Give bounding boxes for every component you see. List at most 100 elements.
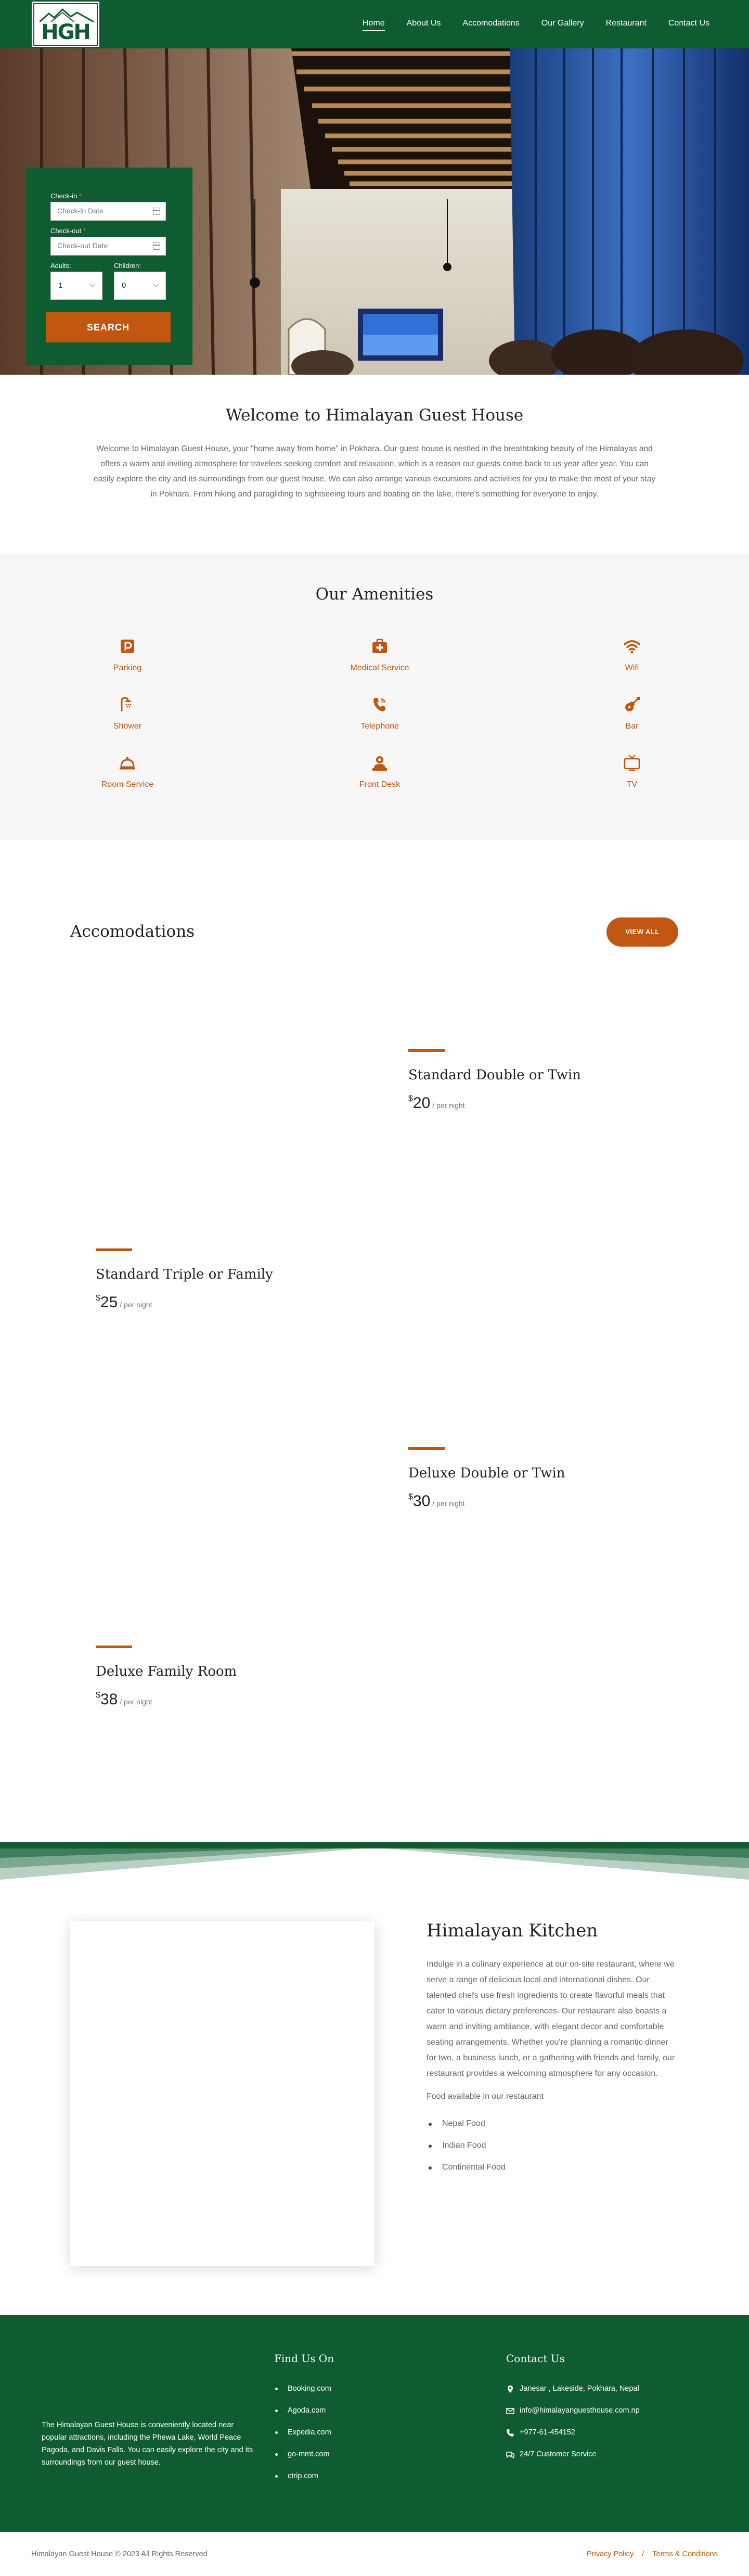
amenity-label: Telephone — [360, 722, 399, 731]
calendar-icon[interactable] — [153, 208, 160, 215]
room-price: $20/ per night — [408, 1094, 465, 1112]
footer-link-expedia[interactable]: Expedia.com — [274, 2428, 334, 2437]
room-name[interactable]: Deluxe Double or Twin — [408, 1465, 668, 1481]
kitchen-description: Indulge in a culinary experience at our … — [427, 1960, 675, 2078]
room-price: $25/ per night — [96, 1294, 152, 1311]
logo[interactable]: HGH — [30, 0, 101, 48]
checkin-date-input[interactable]: Check-in Date — [50, 202, 166, 221]
amenity-label: Wifi — [625, 664, 639, 672]
hero-banner: Check-in * Check-in Date Check-out * Che… — [0, 48, 749, 375]
parking-icon — [121, 640, 134, 653]
wifi-icon — [624, 640, 640, 654]
room-card[interactable]: Deluxe Double or Twin $30/ per night — [408, 1447, 668, 1510]
room-name[interactable]: Deluxe Family Room — [96, 1664, 356, 1679]
adults-select[interactable]: 1 — [50, 272, 102, 300]
kitchen-image — [70, 1921, 374, 2266]
accomodations-title: Accomodations — [70, 922, 195, 941]
amenity-wifi: Wifi — [575, 637, 689, 673]
welcome-text: Welcome to Himalayan Guest House, your "… — [93, 444, 656, 499]
nav-link-our-gallery[interactable]: Our Gallery — [541, 17, 584, 31]
food-item: Continental Food — [427, 2163, 679, 2172]
nav-link-accomodations[interactable]: Accomodations — [462, 17, 519, 31]
checkout-placeholder: Check-out Date — [57, 241, 108, 250]
telephone-icon — [373, 698, 385, 711]
room-name[interactable]: Standard Double or Twin — [408, 1067, 668, 1083]
contact-email[interactable]: info@himalayanguesthouse.com.np — [506, 2406, 640, 2415]
room-price: $38/ per night — [96, 1691, 152, 1708]
legal-separator: / — [642, 2550, 644, 2558]
contact-support: 24/7 Customer Service — [506, 2450, 640, 2459]
amenity-front-desk: Front Desk — [322, 754, 437, 789]
amenities-title: Our Amenities — [315, 585, 434, 604]
contact-phone[interactable]: +977-61-454152 — [506, 2428, 640, 2437]
nav-link-about-us[interactable]: About Us — [407, 17, 441, 31]
kitchen-text: Himalayan Kitchen Indulge in a culinary … — [427, 1920, 679, 2185]
amenity-label: Room Service — [101, 780, 154, 789]
adults-label: Adults: — [50, 262, 71, 270]
privacy-policy-link[interactable]: Privacy Policy — [587, 2550, 634, 2558]
view-all-button[interactable]: VIEW ALL — [606, 917, 678, 947]
amenity-telephone: Telephone — [322, 696, 437, 731]
amenity-label: Shower — [113, 722, 142, 731]
room-card[interactable]: Standard Double or Twin $20/ per night — [408, 1049, 668, 1112]
checkin-label: Check-in * — [50, 192, 82, 200]
phone-icon — [507, 2429, 514, 2437]
room-accent-bar — [408, 1049, 445, 1052]
contact-address: Janesar , Lakeside, Pokhara, Nepal — [506, 2384, 640, 2393]
footer-contact: Contact Us Janesar , Lakeside, Pokhara, … — [506, 2352, 640, 2472]
room-price: $30/ per night — [408, 1493, 465, 1510]
footer-link-go-mmt[interactable]: go-mmt.com — [274, 2450, 334, 2458]
food-list: Nepal Food Indian Food Continental Food — [427, 2119, 679, 2172]
logo-text: HGH — [41, 20, 91, 44]
logo-frame: HGH — [33, 3, 98, 46]
room-card[interactable]: Standard Triple or Family $25/ per night — [96, 1248, 356, 1311]
footer-link-ctrip[interactable]: ctrip.com — [274, 2472, 334, 2480]
footer-about: The Himalayan Guest House is convenientl… — [42, 2421, 253, 2467]
children-value: 0 — [122, 281, 126, 290]
bottom-bar: Himalayan Guest House © 2023 All Rights … — [0, 2532, 749, 2576]
amenity-room-service: Room Service — [70, 754, 185, 789]
guitar-icon — [625, 697, 640, 711]
amenities-section: Our Amenities Parking Medical Service Wi… — [0, 553, 749, 840]
footer-link-agoda[interactable]: Agoda.com — [274, 2406, 334, 2415]
calendar-icon[interactable] — [153, 243, 160, 250]
nav-link-contact-us[interactable]: Contact Us — [668, 17, 709, 31]
room-card[interactable]: Deluxe Family Room $38/ per night — [96, 1646, 356, 1708]
food-heading: Food available in our restaurant — [427, 2092, 544, 2101]
footer-link-booking[interactable]: Booking.com — [274, 2384, 334, 2393]
room-name[interactable]: Standard Triple or Family — [96, 1267, 356, 1282]
adults-value: 1 — [58, 281, 63, 290]
footer: The Himalayan Guest House is convenientl… — [0, 2315, 749, 2532]
children-field: Children: 0 — [114, 262, 166, 300]
copyright-text: Himalayan Guest House © 2023 All Rights … — [31, 2550, 208, 2558]
nav-links: Home About Us Accomodations Our Gallery … — [341, 17, 709, 31]
adults-field: Adults: 1 — [50, 262, 102, 300]
children-label: Children: — [114, 262, 141, 270]
children-select[interactable]: 0 — [114, 272, 166, 300]
room-accent-bar — [96, 1646, 132, 1648]
welcome-section: Welcome to Himalayan Guest House Welcome… — [0, 375, 749, 553]
checkout-date-input[interactable]: Check-out Date — [50, 237, 166, 256]
food-item: Nepal Food — [427, 2119, 679, 2128]
amenity-label: Front Desk — [359, 780, 401, 789]
amenity-label: TV — [626, 780, 638, 789]
food-item: Indian Food — [427, 2141, 679, 2150]
room-accent-bar — [408, 1447, 445, 1450]
amenity-label: Bar — [625, 722, 639, 731]
kitchen-section: Himalayan Kitchen Indulge in a culinary … — [0, 1884, 749, 2315]
welcome-title: Welcome to Himalayan Guest House — [225, 406, 524, 425]
contact-title: Contact Us — [506, 2352, 565, 2365]
amenity-label: Medical Service — [350, 664, 409, 672]
envelope-icon — [506, 2408, 514, 2414]
section-divider-wave — [0, 1842, 749, 1884]
search-button[interactable]: SEARCH — [46, 312, 171, 342]
nav-link-restaurant[interactable]: Restaurant — [606, 17, 647, 31]
room-service-bell-icon — [120, 757, 135, 770]
room-accent-bar — [96, 1248, 132, 1251]
amenity-shower: Shower — [70, 696, 185, 731]
nav-link-home[interactable]: Home — [362, 17, 385, 31]
legal-links: Privacy Policy / Terms & Conditions — [587, 2550, 718, 2558]
chevron-down-icon — [89, 281, 96, 287]
terms-conditions-link[interactable]: Terms & Conditions — [652, 2550, 718, 2558]
amenity-bar: Bar — [575, 696, 689, 731]
